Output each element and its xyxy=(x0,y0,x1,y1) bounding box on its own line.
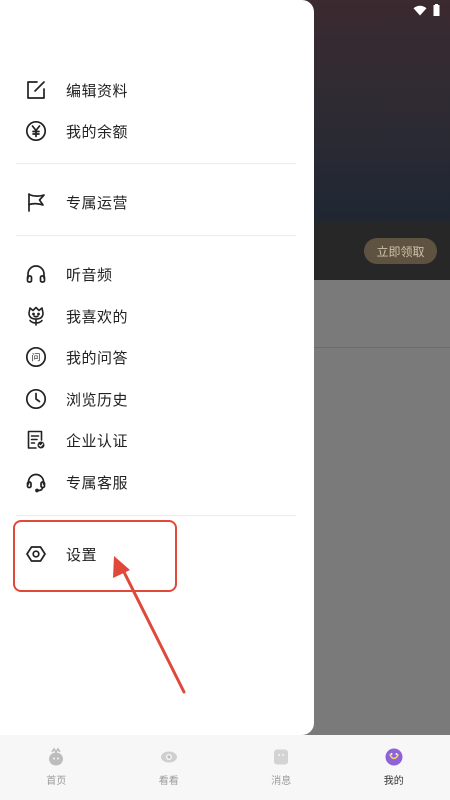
qa-icon: 问 xyxy=(24,345,48,369)
battery-icon xyxy=(433,4,440,16)
menu-item-label: 编辑资料 xyxy=(66,81,129,100)
headset-icon xyxy=(24,470,48,494)
edit-icon xyxy=(24,78,48,102)
divider xyxy=(16,515,296,516)
background-divider xyxy=(310,347,450,348)
highlight-annotation xyxy=(13,520,177,592)
svg-text:问: 问 xyxy=(31,352,40,364)
certificate-icon xyxy=(24,428,48,452)
bottom-nav: 首页 看看 消息 我的 xyxy=(0,735,450,800)
nav-label: 看看 xyxy=(158,776,179,787)
divider xyxy=(16,235,296,236)
wifi-icon xyxy=(413,5,427,15)
menu-item-label: 我喜欢的 xyxy=(66,307,129,326)
menu-item-label: 浏览历史 xyxy=(66,390,129,409)
nav-item-profile[interactable]: 我的 xyxy=(338,735,450,800)
side-drawer: 编辑资料 我的余额 专属运营 听音频 我喜欢的 问 我的问答 浏览历史 企业认证… xyxy=(0,0,314,735)
menu-item-label: 专属客服 xyxy=(66,473,129,492)
menu-item-label: 专属运营 xyxy=(66,193,129,212)
menu-item-history[interactable]: 浏览历史 xyxy=(24,381,128,417)
home-icon xyxy=(45,746,67,768)
clock-icon xyxy=(24,387,48,411)
nav-label: 消息 xyxy=(271,776,292,787)
profile-icon xyxy=(383,746,405,768)
nav-item-watch[interactable]: 看看 xyxy=(113,735,226,800)
eye-icon xyxy=(158,746,180,768)
menu-item-balance[interactable]: 我的余额 xyxy=(24,113,128,149)
nav-item-home[interactable]: 首页 xyxy=(0,735,113,800)
menu-item-qa[interactable]: 问 我的问答 xyxy=(24,339,128,375)
nav-label: 首页 xyxy=(46,776,67,787)
status-bar xyxy=(413,4,440,16)
menu-item-audio[interactable]: 听音频 xyxy=(24,256,113,292)
claim-button[interactable]: 立即领取 xyxy=(364,238,437,264)
flower-icon xyxy=(24,304,48,328)
menu-item-customer-service[interactable]: 专属客服 xyxy=(24,464,128,500)
message-icon xyxy=(270,746,292,768)
menu-item-enterprise-cert[interactable]: 企业认证 xyxy=(24,422,128,458)
menu-item-edit-profile[interactable]: 编辑资料 xyxy=(24,72,128,108)
menu-item-exclusive-operation[interactable]: 专属运营 xyxy=(24,184,128,220)
divider xyxy=(16,163,296,164)
menu-item-label: 企业认证 xyxy=(66,431,129,450)
menu-item-label: 我的余额 xyxy=(66,122,129,141)
headphones-icon xyxy=(24,262,48,286)
nav-item-messages[interactable]: 消息 xyxy=(225,735,338,800)
yen-icon xyxy=(24,119,48,143)
menu-item-label: 我的问答 xyxy=(66,348,129,367)
nav-label: 我的 xyxy=(383,776,404,787)
menu-item-favorites[interactable]: 我喜欢的 xyxy=(24,298,128,334)
flag-icon xyxy=(24,190,48,214)
menu-item-label: 听音频 xyxy=(66,265,113,284)
